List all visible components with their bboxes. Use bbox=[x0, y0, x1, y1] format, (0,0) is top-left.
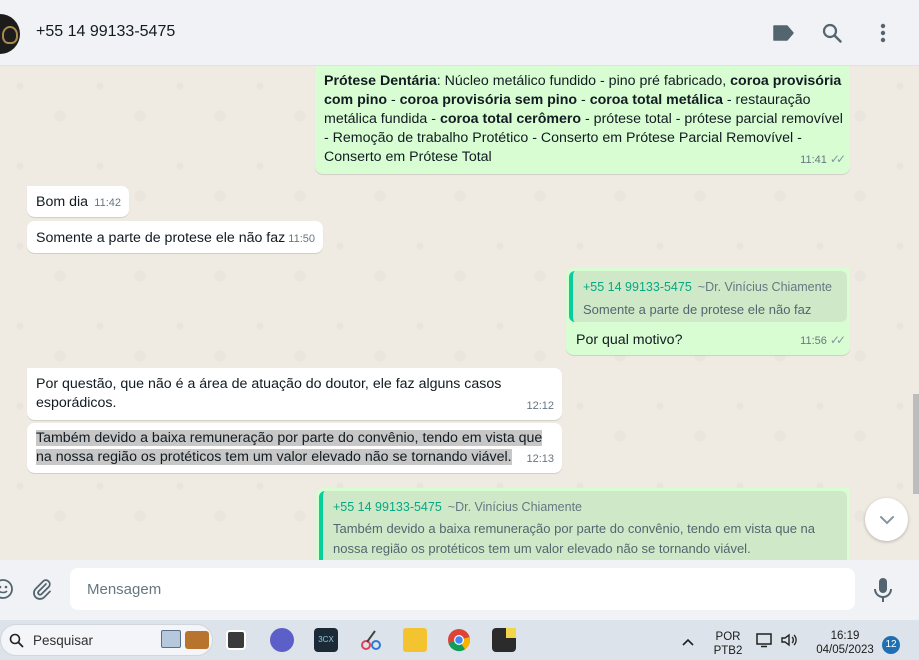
message-text: Somente a parte de protese ele não faz bbox=[36, 230, 286, 246]
chat-area[interactable]: Prótese Dentária: Núcleo metálico fundid… bbox=[0, 66, 919, 560]
label-icon[interactable] bbox=[770, 20, 796, 46]
quoted-message[interactable]: +55 14 99133-5475 ~Dr. Vinícius Chiamente… bbox=[569, 271, 847, 322]
message-time: 11:41 ✓✓ bbox=[800, 150, 846, 170]
message-outgoing[interactable]: +55 14 99133-5475 ~Dr. Vinícius Chiamente… bbox=[566, 268, 850, 355]
quoted-message[interactable]: +55 14 99133-5475 ~Dr. Vinícius Chiamente… bbox=[319, 491, 847, 560]
message-incoming[interactable]: Bom dia 11:42 bbox=[27, 186, 129, 217]
message-outgoing[interactable]: Prótese Dentária: Núcleo metálico fundid… bbox=[315, 66, 850, 174]
message-incoming[interactable]: Por questão, que não é a área de atuação… bbox=[27, 368, 562, 420]
message-text: Por questão, que não é a área de atuação… bbox=[36, 376, 502, 411]
chevron-up-icon[interactable] bbox=[681, 634, 695, 652]
quote-text: Também devido a baixa remuneração por pa… bbox=[333, 521, 816, 556]
volume-icon[interactable] bbox=[780, 632, 798, 653]
message-time: 11:42 bbox=[94, 197, 121, 209]
message-time: 11:50 bbox=[288, 233, 315, 245]
chat-scrollbar[interactable] bbox=[913, 394, 919, 494]
avatar[interactable] bbox=[0, 14, 20, 54]
read-ticks-icon: ✓✓ bbox=[829, 333, 846, 347]
message-text: Prótese Dentária: Núcleo metálico fundid… bbox=[324, 73, 843, 165]
emoji-icon[interactable] bbox=[0, 578, 14, 600]
contact-name[interactable]: +55 14 99133-5475 bbox=[36, 23, 175, 41]
taskbar-search[interactable]: Pesquisar bbox=[0, 624, 213, 656]
teams-chat-icon[interactable] bbox=[270, 628, 294, 652]
search-icon bbox=[9, 633, 24, 648]
composer-bar bbox=[0, 560, 919, 620]
quote-text: Somente a parte de protese ele não faz bbox=[583, 302, 812, 317]
message-outgoing[interactable]: +55 14 99133-5475 ~Dr. Vinícius Chiamente… bbox=[316, 488, 850, 560]
message-incoming[interactable]: Somente a parte de protese ele não faz 1… bbox=[27, 221, 323, 253]
network-icon[interactable] bbox=[756, 632, 774, 653]
windows-taskbar: Pesquisar 3CX POR PTB2 16:19 04/05/2023 … bbox=[0, 620, 919, 660]
microphone-icon[interactable] bbox=[873, 577, 893, 603]
message-text: Também devido a baixa remuneração por pa… bbox=[36, 430, 543, 465]
notification-badge[interactable]: 12 bbox=[882, 636, 900, 654]
laptop-icon bbox=[161, 630, 181, 648]
message-time: 12:13 bbox=[526, 453, 554, 465]
3cx-icon[interactable]: 3CX bbox=[314, 628, 338, 652]
input-language-indicator[interactable]: POR PTB2 bbox=[712, 630, 744, 658]
scroll-to-bottom-button[interactable] bbox=[865, 498, 908, 541]
sticky-notes-icon[interactable] bbox=[492, 628, 516, 652]
snipping-tool-icon[interactable] bbox=[359, 628, 383, 652]
chevron-down-icon bbox=[879, 515, 894, 524]
attach-icon[interactable] bbox=[31, 578, 53, 600]
read-ticks-icon: ✓✓ bbox=[829, 152, 846, 166]
task-view-icon[interactable] bbox=[226, 630, 246, 650]
search-icon[interactable] bbox=[819, 20, 845, 46]
message-text: Bom dia bbox=[36, 194, 89, 210]
system-clock[interactable]: 16:19 04/05/2023 bbox=[810, 629, 880, 657]
file-explorer-icon[interactable] bbox=[403, 628, 427, 652]
message-text: Por qual motivo? bbox=[576, 332, 683, 348]
chat-header: +55 14 99133-5475 bbox=[0, 0, 919, 66]
chrome-icon[interactable] bbox=[447, 628, 471, 652]
quote-author: +55 14 99133-5475 ~Dr. Vinícius Chiamente bbox=[583, 280, 833, 294]
menu-icon[interactable] bbox=[870, 20, 896, 46]
message-time: 11:56 ✓✓ bbox=[800, 331, 846, 351]
message-time: 12:12 bbox=[526, 400, 554, 412]
quote-author: +55 14 99133-5475 ~Dr. Vinícius Chiamente bbox=[333, 500, 583, 514]
search-placeholder: Pesquisar bbox=[33, 633, 94, 648]
message-incoming[interactable]: Também devido a baixa remuneração por pa… bbox=[27, 423, 562, 473]
message-input[interactable] bbox=[70, 568, 855, 610]
briefcase-icon bbox=[185, 631, 209, 649]
